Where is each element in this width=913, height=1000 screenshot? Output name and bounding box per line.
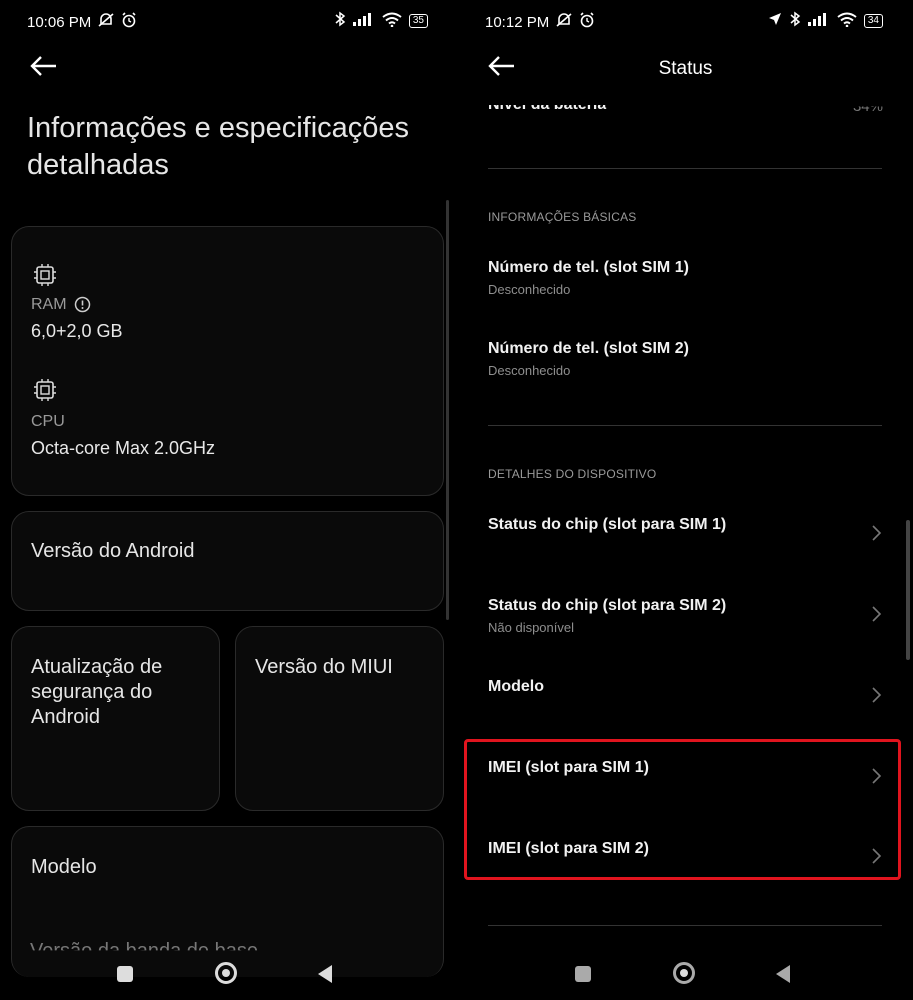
sim-status-2-title: Status do chip (slot para SIM 2) [488,597,727,614]
signal-icon [352,12,375,30]
miui-version-label: Versão do MIUI [255,656,393,678]
home-icon[interactable] [215,962,237,984]
phone-number-sim1-title: Número de tel. (slot SIM 1) [488,259,689,276]
chevron-right-icon [870,605,884,623]
status-bar: 10:06 PM 35 [0,8,458,34]
imei-highlight-box [464,739,901,880]
info-icon[interactable] [74,296,91,318]
location-icon [768,12,782,30]
page-title: Status [658,58,713,79]
specs-card: RAM 6,0+2,0 GB CPU Octa-core Max 2.0GHz [11,226,444,496]
model-label: Modelo [31,856,97,878]
ram-value: 6,0+2,0 GB [31,321,123,341]
signal-icon [807,12,830,30]
clock: 10:12 PM [485,13,550,31]
status-bar: 10:12 PM 34 [458,8,913,34]
phone-number-sim2-title: Número de tel. (slot SIM 2) [488,340,689,357]
section-header-device-details: DETALHES DO DISPOSITIVO [488,467,657,481]
phone-number-sim1-subtitle: Desconhecido [488,282,571,297]
sim-status-2-subtitle: Não disponível [488,620,574,635]
scrollbar[interactable] [906,520,910,660]
battery-level-value: 34% [852,98,883,116]
phone-number-sim2-subtitle: Desconhecido [488,363,571,378]
battery-icon: 34 [863,14,883,28]
navigation-bar [458,955,913,995]
chevron-right-icon [870,686,884,704]
page-title: Informações e especificações detalhadas [27,112,410,181]
mute-icon [555,12,573,32]
clock: 10:06 PM [27,13,92,31]
mute-icon [97,12,115,32]
battery-level-label: Nível da bateria [488,96,607,113]
model-title: Modelo [488,678,544,695]
divider [488,168,882,169]
chevron-right-icon [870,524,884,542]
divider [488,425,882,426]
android-version-card[interactable]: Versão do Android [11,511,444,611]
sim-status-1-title: Status do chip (slot para SIM 1) [488,516,727,533]
security-update-label: Atualização de segurança do Android [31,656,163,728]
right-screen: 10:12 PM 34 Status Nível da bateria 34% … [458,0,913,1000]
alarm-icon [579,12,595,32]
cpu-label: CPU [31,413,65,430]
cpu-value: Octa-core Max 2.0GHz [31,438,216,458]
recents-icon[interactable] [575,966,591,982]
cpu-chip-icon [33,378,57,407]
scrollbar[interactable] [446,200,449,620]
bluetooth-icon [789,11,801,31]
back-arrow-icon[interactable] [30,55,60,79]
back-icon[interactable] [318,965,332,983]
alarm-icon [121,12,137,32]
ram-chip-icon [33,263,57,292]
section-header-basic-info: INFORMAÇÕES BÁSICAS [488,210,637,224]
android-version-label: Versão do Android [31,540,195,562]
divider [488,925,882,926]
bluetooth-icon [334,11,346,31]
security-update-card[interactable]: Atualização de segurança do Android [11,626,220,811]
ram-label: RAM [31,296,67,313]
home-icon[interactable] [673,962,695,984]
recents-icon[interactable] [117,966,133,982]
battery-icon: 35 [408,14,428,28]
wifi-icon [837,12,857,31]
navigation-bar [0,955,458,995]
left-screen: 10:06 PM 35 Informações e especificações… [0,0,458,1000]
wifi-icon [382,12,402,31]
back-icon[interactable] [776,965,790,983]
miui-version-card[interactable]: Versão do MIUI [235,626,444,811]
